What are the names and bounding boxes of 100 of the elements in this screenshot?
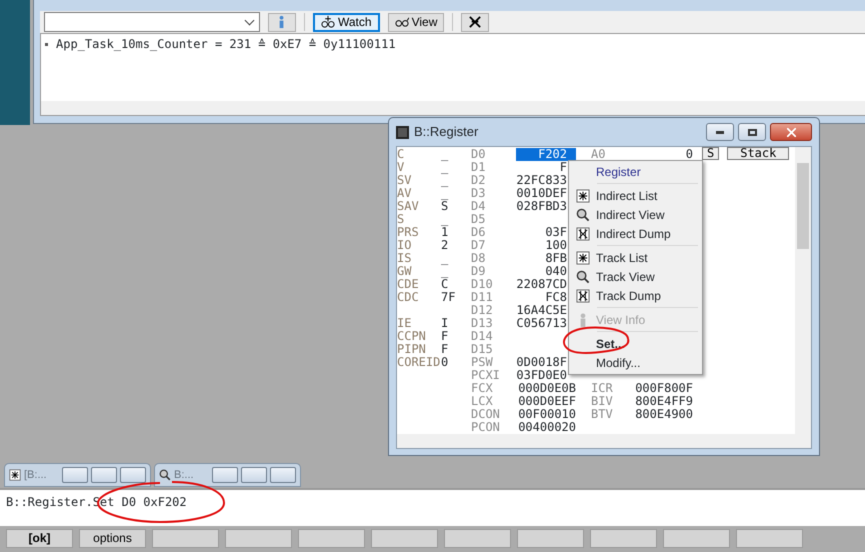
flag-name: CDC: [397, 291, 420, 304]
flag-value: _: [441, 265, 450, 278]
horizontal-scrollbar[interactable]: [397, 434, 811, 448]
flag-value: _: [441, 213, 450, 226]
flag-value: _: [441, 161, 450, 174]
register-value: 00400020: [517, 421, 576, 434]
register-name: D2: [471, 174, 486, 187]
info-button[interactable]: [268, 12, 296, 32]
register-value: 800E4900: [634, 408, 693, 421]
glasses-icon: [394, 15, 409, 29]
softkey-button[interactable]: [152, 529, 219, 548]
combo-box[interactable]: [44, 12, 260, 32]
register-name: D9: [471, 265, 486, 278]
register-value: 000D0EEF: [517, 395, 576, 408]
register-value: 03F: [544, 226, 568, 239]
register-value: 8FB: [544, 252, 568, 265]
softkey-button[interactable]: [371, 529, 438, 548]
close-button[interactable]: [270, 467, 296, 483]
flag-name: CCPN: [397, 330, 427, 343]
window-title: B::Register: [414, 123, 480, 142]
softkey-button[interactable]: [298, 529, 365, 548]
close-icon: [786, 128, 796, 136]
flag-name: CDE: [397, 278, 420, 291]
register-value: FC8: [544, 291, 568, 304]
clear-button[interactable]: [461, 12, 490, 32]
close-button[interactable]: [770, 123, 812, 141]
register-value: 22087CD: [516, 278, 568, 291]
softkey-button[interactable]: [444, 529, 511, 548]
maximize-icon: [748, 128, 756, 136]
flag-value: 7F: [441, 291, 456, 304]
flag-value: _: [441, 148, 450, 161]
magnifier-icon: [576, 208, 590, 222]
list-icon: [576, 250, 590, 264]
softkey-button[interactable]: [225, 529, 292, 548]
register-name: D7: [471, 239, 486, 252]
softkey-button[interactable]: [663, 529, 730, 548]
register-value: 0D0018F: [516, 356, 568, 369]
menu-item[interactable]: Indirect View: [571, 205, 700, 224]
minimize-button[interactable]: [706, 123, 734, 141]
register-name: D6: [471, 226, 486, 239]
register-value: C056713: [516, 317, 568, 330]
softkey-button[interactable]: options: [79, 529, 146, 548]
softkey-button[interactable]: [590, 529, 657, 548]
maximize-button[interactable]: [738, 123, 766, 141]
register-value: 000D0E0B: [517, 382, 576, 395]
softkey-button[interactable]: [517, 529, 584, 548]
flag-name: COREID: [397, 356, 441, 369]
restore-button[interactable]: [62, 467, 88, 483]
softkey-button[interactable]: [736, 529, 803, 548]
magnifier-icon: [576, 270, 590, 284]
bullet-icon: [45, 42, 48, 46]
dump-icon: [576, 226, 590, 240]
flag-value: _: [441, 174, 450, 187]
flag-name: S: [397, 213, 406, 226]
flag-value: 2: [441, 239, 450, 252]
list-icon: [576, 188, 590, 202]
menu-item[interactable]: Modify...: [571, 353, 700, 372]
list-icon: [9, 469, 21, 481]
register-name: D13: [471, 317, 494, 330]
flag-name: C: [397, 148, 406, 161]
flag-name: IE: [397, 317, 412, 330]
stack-button[interactable]: Stack: [727, 147, 790, 160]
flag-value: 0: [441, 356, 450, 369]
register-value: 100: [544, 239, 568, 252]
flag-name: SV: [397, 174, 412, 187]
restore-button[interactable]: [212, 467, 238, 483]
register-name: D8: [471, 252, 486, 265]
dump-icon: [576, 288, 590, 302]
view-button[interactable]: View: [388, 12, 444, 32]
close-button[interactable]: [120, 467, 146, 483]
menu-item[interactable]: Indirect Dump: [571, 224, 700, 243]
register-value: 000F800F: [634, 382, 693, 395]
register-name: D10: [471, 278, 494, 291]
flag-name: GW: [397, 265, 412, 278]
register-name: D3: [471, 187, 486, 200]
register-name: D1: [471, 161, 486, 174]
register-name: LCX: [471, 395, 494, 408]
register-value: 028FBD3: [516, 200, 568, 213]
flag-name: V: [397, 161, 406, 174]
flag-value: C: [441, 278, 450, 291]
vertical-scrollbar[interactable]: [795, 147, 811, 434]
register-name: FCX: [471, 382, 494, 395]
flag-name: SAV: [397, 200, 420, 213]
register-name: D5: [471, 213, 486, 226]
flag-value: _: [441, 187, 450, 200]
softkey-button[interactable]: [ok]: [6, 529, 73, 548]
watch-button[interactable]: Watch: [313, 12, 380, 32]
menu-item[interactable]: Track Dump: [571, 286, 700, 305]
register-name: DCON: [471, 408, 501, 421]
register-value: 800E4FF9: [634, 395, 693, 408]
horizontal-scrollbar[interactable]: [41, 101, 865, 115]
flag-value: I: [441, 317, 450, 330]
chip-icon: [396, 126, 409, 138]
s-button[interactable]: S: [702, 147, 720, 160]
register-value: 040: [544, 265, 568, 278]
menu-item[interactable]: Track View: [571, 267, 700, 286]
register-value: 0010DEF: [516, 187, 568, 200]
flag-value: F: [441, 343, 450, 356]
flag-name: IS: [397, 252, 412, 265]
register-value: 00F00010: [517, 408, 576, 421]
